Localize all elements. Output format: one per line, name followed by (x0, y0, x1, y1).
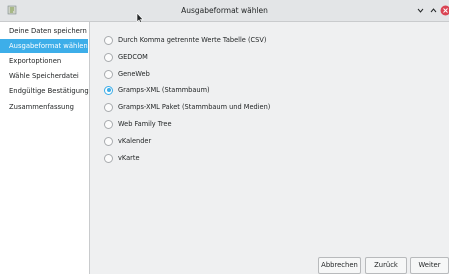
radio-button[interactable] (104, 35, 113, 45)
format-option-gramps-xml[interactable]: Gramps-XML (Stammbaum) (104, 84, 210, 96)
format-option-label: GeneWeb (118, 70, 150, 78)
step-export-options: Exportoptionen (9, 57, 62, 65)
format-option-csv[interactable]: Durch Komma getrennte Werte Tabelle (CSV… (104, 34, 266, 46)
step-confirmation: Endgültige Bestätigung (9, 87, 89, 95)
format-option-vkalender[interactable]: vKalender (104, 135, 151, 147)
radio-button[interactable] (104, 153, 113, 163)
format-option-geneweb[interactable]: GeneWeb (104, 68, 150, 80)
assistant-window: Ausgabeformat wählen Deine Daten speiche… (0, 0, 449, 274)
format-option-vkarte[interactable]: vKarte (104, 152, 140, 164)
format-option-web-family-tree[interactable]: Web Family Tree (104, 118, 172, 130)
radio-button[interactable] (104, 69, 113, 79)
format-option-label: vKarte (118, 154, 140, 162)
format-option-label: vKalender (118, 137, 152, 145)
step-save-data: Deine Daten speichern (9, 27, 87, 35)
step-choose-format: Ausgabeformat wählen (0, 39, 88, 53)
format-option-gramps-package[interactable]: Gramps-XML Paket (Stammbaum und Medien) (104, 101, 270, 113)
close-icon[interactable] (440, 5, 449, 16)
cancel-button[interactable]: Abbrechen (318, 257, 361, 274)
radio-button[interactable] (104, 52, 113, 62)
steps-sidebar: Deine Daten speichern Ausgabeformat wähl… (0, 22, 90, 274)
title-bar: Ausgabeformat wählen (0, 0, 449, 24)
maximize-icon[interactable] (428, 5, 439, 16)
minimize-icon[interactable] (415, 5, 426, 16)
format-option-label: Web Family Tree (118, 120, 172, 128)
format-option-label: Durch Komma getrennte Werte Tabelle (CSV… (118, 36, 267, 44)
radio-button-checked[interactable] (104, 85, 113, 95)
format-panel: Durch Komma getrennte Werte Tabelle (CSV… (90, 22, 449, 274)
format-option-label: GEDCOM (118, 53, 148, 61)
back-button[interactable]: Zurück (365, 257, 407, 274)
window-title: Ausgabeformat wählen (181, 6, 268, 15)
format-option-label: Gramps-XML Paket (Stammbaum und Medien) (118, 103, 271, 111)
step-summary: Zusammenfassung (9, 103, 74, 111)
radio-button[interactable] (104, 119, 113, 129)
radio-button[interactable] (104, 102, 113, 112)
radio-button[interactable] (104, 136, 113, 146)
step-choose-file: Wähle Speicherdatei (9, 72, 79, 80)
format-option-gedcom[interactable]: GEDCOM (104, 51, 148, 63)
format-option-label: Gramps-XML (Stammbaum) (118, 86, 210, 94)
next-button[interactable]: Weiter (410, 257, 449, 274)
